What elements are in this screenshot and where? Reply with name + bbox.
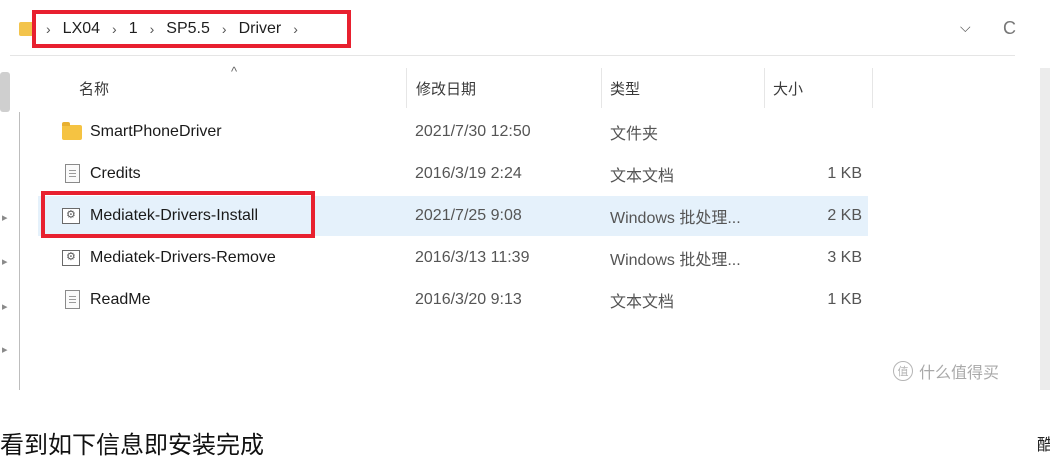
- file-size: 1 KB: [827, 291, 862, 308]
- file-size: 3 KB: [827, 249, 862, 266]
- article-caption: 看到如下信息即安装完成: [0, 432, 264, 459]
- batch-file-icon: [62, 248, 82, 268]
- column-divider[interactable]: [872, 68, 873, 108]
- file-size: 1 KB: [827, 165, 862, 182]
- breadcrumb-separator: ›: [221, 21, 227, 37]
- file-size: 2 KB: [827, 207, 862, 224]
- file-type: 文件夹: [610, 126, 659, 143]
- file-row-mediatek-drivers-remove[interactable]: Mediatek-Drivers-Remove 2016/3/13 11:39 …: [38, 238, 868, 278]
- breadcrumb-separator: ›: [149, 21, 155, 37]
- file-name: Mediatek-Drivers-Remove: [90, 249, 276, 266]
- breadcrumb-item-driver[interactable]: Driver: [239, 20, 282, 38]
- file-modified: 2016/3/20 9:13: [415, 291, 522, 308]
- scrollbar[interactable]: [0, 72, 10, 112]
- column-divider[interactable]: [601, 68, 602, 108]
- file-modified: 2016/3/13 11:39: [415, 249, 530, 266]
- file-type: Windows 批处理...: [610, 210, 741, 227]
- watermark-text: 什么值得买: [919, 365, 1000, 382]
- watermark-logo-icon: 值: [893, 361, 913, 381]
- column-divider[interactable]: [764, 68, 765, 108]
- text-file-icon: [62, 290, 82, 310]
- caption-right-fragment: 酷: [1037, 437, 1050, 454]
- divider: [19, 112, 20, 390]
- column-header-modified[interactable]: 修改日期: [416, 68, 596, 108]
- file-name: SmartPhoneDriver: [90, 123, 222, 140]
- file-modified: 2021/7/30 12:50: [415, 123, 531, 140]
- column-divider[interactable]: [406, 68, 407, 108]
- file-row-credits[interactable]: Credits 2016/3/19 2:24 文本文档 1 KB: [38, 154, 868, 194]
- file-row-smartphonedriver[interactable]: SmartPhoneDriver 2021/7/30 12:50 文件夹: [38, 112, 868, 152]
- file-type: 文本文档: [610, 294, 675, 311]
- column-header-name[interactable]: 名称: [79, 68, 399, 108]
- chevron-right-icon[interactable]: ▸: [2, 211, 8, 224]
- breadcrumb-separator[interactable]: ›: [293, 21, 298, 37]
- chevron-down-icon[interactable]: ⌵: [960, 19, 971, 36]
- column-header-label: 大小: [773, 80, 804, 98]
- column-header-size[interactable]: 大小: [773, 68, 863, 108]
- refresh-icon[interactable]: C: [1003, 18, 1016, 39]
- breadcrumb-item-lx04[interactable]: LX04: [63, 20, 100, 38]
- breadcrumb-separator: ›: [46, 21, 51, 37]
- file-row-readme[interactable]: ReadMe 2016/3/20 9:13 文本文档 1 KB: [38, 280, 868, 320]
- text-file-icon: [62, 164, 82, 184]
- breadcrumb-item-sp55[interactable]: SP5.5: [166, 20, 210, 38]
- breadcrumb-item-1[interactable]: 1: [129, 20, 138, 38]
- file-name: ReadMe: [90, 291, 151, 308]
- breadcrumb: › LX04 › 1 › SP5.5 › Driver ›: [32, 10, 351, 48]
- file-modified: 2021/7/25 9:08: [415, 207, 522, 224]
- column-header-label: 修改日期: [416, 80, 477, 98]
- file-size: [772, 112, 862, 152]
- file-type: 文本文档: [610, 168, 675, 185]
- scrollbar[interactable]: [1040, 68, 1050, 390]
- watermark: 值 什么值得买: [893, 359, 999, 383]
- chevron-right-icon[interactable]: ▸: [2, 300, 8, 313]
- highlight-annotation: [41, 191, 315, 238]
- page-top: [0, 0, 1050, 7]
- column-header-label: 名称: [79, 80, 110, 98]
- chevron-right-icon[interactable]: ▸: [2, 343, 8, 356]
- column-header-type[interactable]: 类型: [610, 68, 760, 108]
- file-type: Windows 批处理...: [610, 252, 741, 269]
- navigation-pane: ▸ ▸ ▸ ▸: [0, 68, 30, 390]
- breadcrumb-separator: ›: [112, 21, 117, 37]
- chevron-right-icon[interactable]: ▸: [2, 255, 8, 268]
- file-name: Credits: [90, 165, 141, 182]
- folder-icon: [62, 122, 82, 142]
- file-modified: 2016/3/19 2:24: [415, 165, 522, 182]
- address-bar[interactable]: › LX04 › 1 › SP5.5 › Driver › ⌵ C: [10, 7, 1016, 56]
- column-header-label: 类型: [610, 80, 641, 98]
